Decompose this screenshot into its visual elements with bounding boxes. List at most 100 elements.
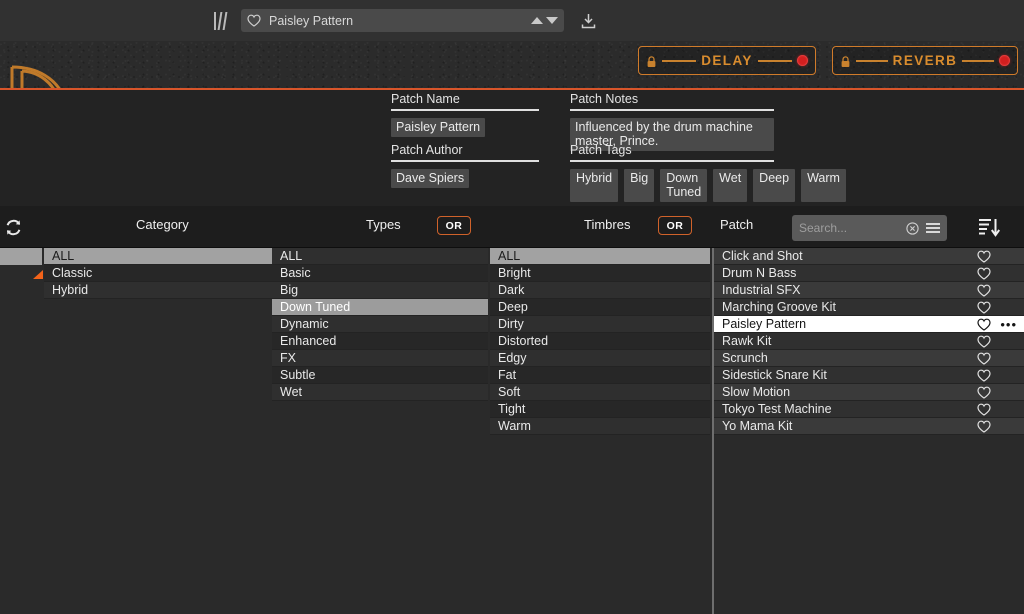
lock-icon[interactable] xyxy=(840,55,851,67)
patch-name-label: Patch Name xyxy=(391,92,460,106)
category-item[interactable]: Classic xyxy=(44,265,272,282)
types-column[interactable]: ALL Basic Big Down Tuned Dynamic Enhanced FX Su… xyxy=(272,248,488,614)
patch-list-item[interactable]: Rawk Kit xyxy=(714,333,1024,350)
types-item[interactable]: Down Tuned xyxy=(272,299,488,316)
patch-list-item[interactable]: Drum N Bass xyxy=(714,265,1024,282)
category-item[interactable]: ALL xyxy=(44,248,272,265)
patch-list-item-label: Drum N Bass xyxy=(722,266,797,280)
browser-columns: ALL Classic Hybrid ALL Basic Big Down Tuned Dy… xyxy=(0,248,1024,614)
patch-tag[interactable]: Wet xyxy=(713,169,748,202)
patch-list-item-label: Slow Motion xyxy=(722,385,791,399)
timbres-item[interactable]: Dirty xyxy=(490,316,710,333)
patch-list-item[interactable]: Paisley Pattern ••• xyxy=(714,316,1024,333)
clear-circle-icon[interactable] xyxy=(906,221,919,235)
patch-list-item[interactable]: Yo Mama Kit xyxy=(714,418,1024,435)
patch-author-value[interactable]: Dave Spiers xyxy=(391,169,470,188)
patch-name-field: Patch Name Paisley Pattern xyxy=(391,92,539,137)
download-icon[interactable] xyxy=(580,12,597,30)
refresh-icon[interactable] xyxy=(4,218,23,237)
timbres-item[interactable]: Deep xyxy=(490,299,710,316)
patch-list-item-label: Scrunch xyxy=(722,351,768,365)
reverb-line-right xyxy=(962,59,995,62)
category-column[interactable]: ALL Classic Hybrid xyxy=(44,248,272,614)
patch-author-rule xyxy=(391,160,539,162)
gutter-cell[interactable] xyxy=(0,248,42,265)
timbres-item[interactable]: Edgy xyxy=(490,350,710,367)
patch-list-item[interactable]: Click and Shot xyxy=(714,248,1024,265)
types-item[interactable]: Dynamic xyxy=(272,316,488,333)
library-books-icon[interactable] xyxy=(212,11,228,30)
host-top-bar: Paisley Pattern xyxy=(0,0,1024,41)
patch-name-rule xyxy=(391,109,539,111)
patch-list-item-label: Rawk Kit xyxy=(722,334,772,348)
triangle-up-icon[interactable] xyxy=(531,17,543,24)
patch-list-item[interactable]: Industrial SFX xyxy=(714,282,1024,299)
timbres-item[interactable]: Soft xyxy=(490,384,710,401)
sort-descending-icon[interactable] xyxy=(978,217,1001,238)
more-options-icon[interactable]: ••• xyxy=(1000,316,1017,333)
types-item[interactable]: Enhanced xyxy=(272,333,488,350)
patch-list-item-label: Marching Groove Kit xyxy=(722,300,836,314)
delay-led[interactable] xyxy=(797,55,809,66)
heart-icon[interactable] xyxy=(247,14,261,27)
types-item[interactable]: Big xyxy=(272,282,488,299)
patch-author-label: Patch Author xyxy=(391,143,463,157)
patch-tag[interactable]: Hybrid xyxy=(570,169,619,202)
patch-list-item[interactable]: Scrunch xyxy=(714,350,1024,367)
types-item[interactable]: Basic xyxy=(272,265,488,282)
reverb-label: REVERB xyxy=(892,53,958,68)
hamburger-icon[interactable] xyxy=(926,221,940,235)
patch-list-item[interactable]: Sidestick Snare Kit xyxy=(714,367,1024,384)
reverb-module[interactable]: REVERB xyxy=(832,46,1018,75)
delay-label: DELAY xyxy=(701,53,753,68)
patch-selector[interactable]: Paisley Pattern xyxy=(241,9,564,32)
patch-tag[interactable]: Down Tuned xyxy=(660,169,708,202)
patch-list-item-label: Sidestick Snare Kit xyxy=(722,368,827,382)
patch-list-item[interactable]: Slow Motion xyxy=(714,384,1024,401)
patch-tag[interactable]: Deep xyxy=(753,169,796,202)
timbres-item[interactable]: Distorted xyxy=(490,333,710,350)
patch-tag[interactable]: Big xyxy=(624,169,655,202)
patch-list-item-label: Yo Mama Kit xyxy=(722,419,793,433)
timbres-or-toggle[interactable]: OR xyxy=(658,216,692,235)
search-input[interactable]: Search... xyxy=(799,221,906,235)
types-item[interactable]: Subtle xyxy=(272,367,488,384)
orange-triangle-marker xyxy=(33,270,43,279)
patch-list-item[interactable]: Marching Groove Kit xyxy=(714,299,1024,316)
patch-author-field: Patch Author Dave Spiers xyxy=(391,143,539,188)
reverb-led[interactable] xyxy=(999,55,1011,66)
timbres-item[interactable]: Fat xyxy=(490,367,710,384)
timbres-item[interactable]: Tight xyxy=(490,401,710,418)
patch-list-item[interactable]: Tokyo Test Machine xyxy=(714,401,1024,418)
column-header-category: Category xyxy=(136,217,189,232)
timbres-column[interactable]: ALL Bright Dark Deep Dirty Distorted Edgy Fat So… xyxy=(490,248,710,614)
patch-list-item-label: Industrial SFX xyxy=(722,283,801,297)
timbres-item[interactable]: Warm xyxy=(490,418,710,435)
brand-logo-icon xyxy=(8,57,100,88)
timbres-item[interactable]: Bright xyxy=(490,265,710,282)
patch-list-item-label: Tokyo Test Machine xyxy=(722,402,832,416)
timbres-item[interactable]: ALL xyxy=(490,248,710,265)
gutter-column xyxy=(0,248,44,614)
delay-module[interactable]: DELAY xyxy=(638,46,816,75)
heart-icon[interactable] xyxy=(977,420,991,438)
search-box[interactable]: Search... xyxy=(792,215,947,241)
lock-icon[interactable] xyxy=(646,55,657,67)
patch-list-item-label: Paisley Pattern xyxy=(722,317,807,331)
triangle-down-icon[interactable] xyxy=(546,17,558,24)
types-item[interactable]: FX xyxy=(272,350,488,367)
column-header-patch: Patch xyxy=(720,217,754,232)
column-header-types: Types xyxy=(366,217,401,232)
patch-tag[interactable]: Warm xyxy=(801,169,846,202)
plugin-header-strip: DELAY REVERB xyxy=(0,41,1024,90)
patch-selector-value: Paisley Pattern xyxy=(269,13,354,28)
browser-toolbar: Category Types OR Timbres OR Patch Searc… xyxy=(0,206,1024,248)
types-or-toggle[interactable]: OR xyxy=(437,216,471,235)
timbres-item[interactable]: Dark xyxy=(490,282,710,299)
types-item[interactable]: Wet xyxy=(272,384,488,401)
patch-name-value[interactable]: Paisley Pattern xyxy=(391,118,486,137)
types-item[interactable]: ALL xyxy=(272,248,488,265)
patch-column[interactable]: Click and Shot Drum N Bass Industrial SFX M… xyxy=(714,248,1024,614)
category-item[interactable]: Hybrid xyxy=(44,282,272,299)
plugin-window: Paisley Pattern DELAY REVERB Patch Name … xyxy=(0,0,1024,614)
